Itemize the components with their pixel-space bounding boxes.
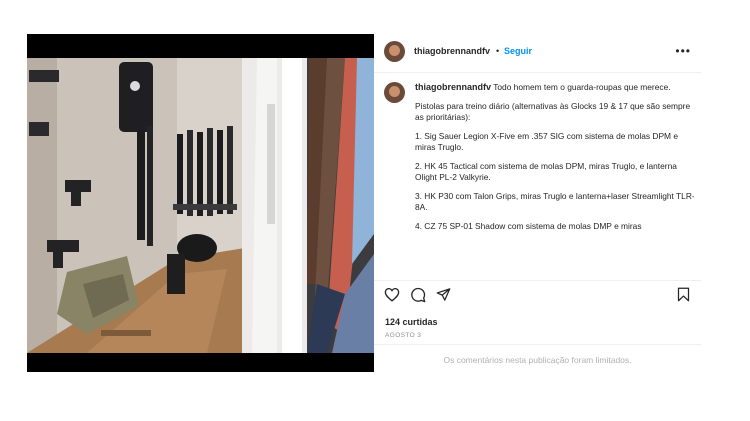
caption-paragraph: 4. CZ 75 SP-01 Shadow com sistema de mol… (415, 220, 642, 231)
post-sidebar: thiagobrennandfv • Seguir ••• thiagobren… (374, 34, 701, 372)
caption-username[interactable]: thiagobrennandfv (415, 82, 491, 92)
post-photo[interactable] (27, 34, 374, 372)
comments-limited-notice: Os comentários nesta publicação foram li… (374, 344, 701, 373)
avatar[interactable] (384, 41, 405, 62)
more-options-icon[interactable]: ••• (675, 44, 691, 58)
follow-button[interactable]: Seguir (504, 46, 532, 56)
caption-text: thiagobrennandfv Todo homem tem o guarda… (415, 82, 694, 239)
caption-paragraph: Pistolas para treino diário (alternativa… (415, 100, 691, 123)
post-header: thiagobrennandfv • Seguir ••• (374, 34, 701, 73)
instagram-post: thiagobrennandfv • Seguir ••• thiagobren… (27, 34, 701, 372)
caption-paragraph: 2. HK 45 Tactical com sistema de molas D… (415, 160, 677, 183)
caption-paragraph: 3. HK P30 com Talon Grips, miras Truglo … (415, 190, 694, 213)
caption-avatar[interactable] (384, 82, 405, 103)
bookmark-icon[interactable] (677, 287, 690, 302)
share-icon[interactable] (436, 287, 451, 302)
caption-intro: Todo homem tem o guarda-roupas que merec… (493, 82, 671, 92)
caption-paragraph: 1. Sig Sauer Legion X-Five em .357 SIG c… (415, 130, 678, 153)
comment-icon[interactable] (410, 287, 426, 303)
post-date[interactable]: AGOSTO 3 (385, 332, 421, 339)
header-username[interactable]: thiagobrennandfv (414, 46, 490, 56)
post-caption: thiagobrennandfv Todo homem tem o guarda… (384, 80, 694, 272)
action-bar (374, 280, 701, 305)
closet-photo-illustration (27, 34, 374, 372)
heart-icon[interactable] (384, 287, 400, 302)
separator-dot: • (496, 46, 500, 56)
likes-count[interactable]: 124 curtidas (385, 317, 438, 327)
